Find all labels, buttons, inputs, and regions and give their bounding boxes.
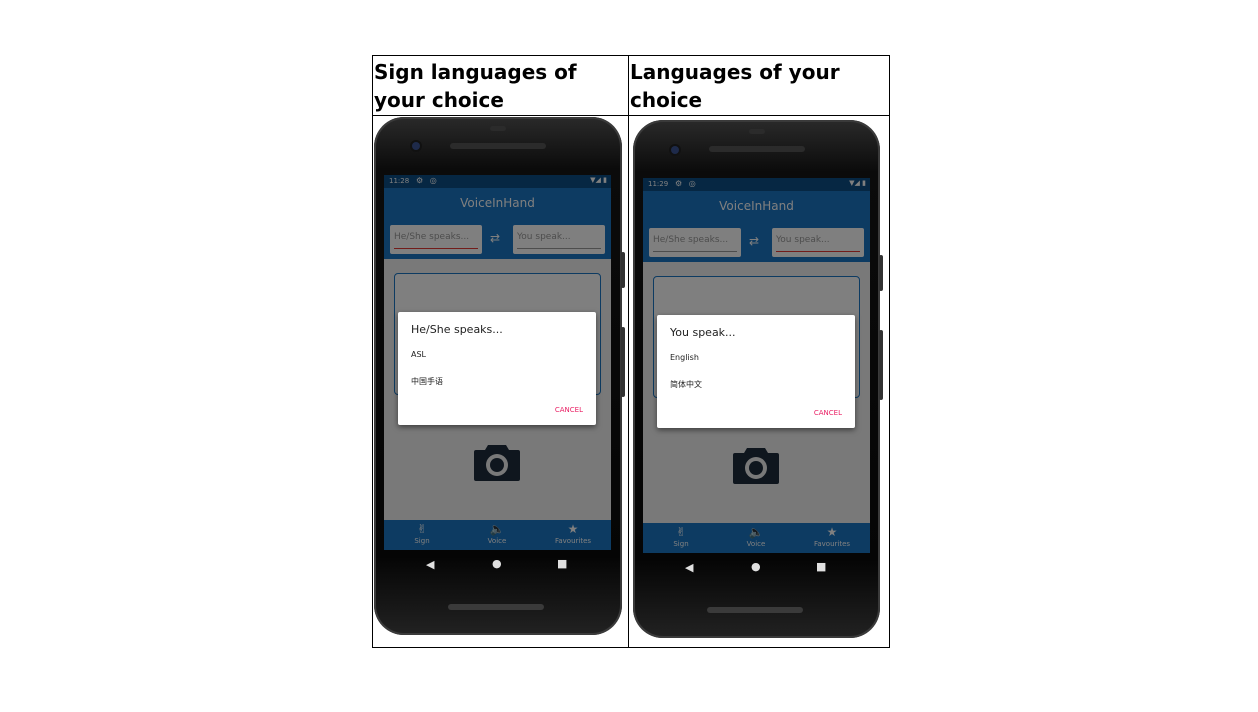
top-speaker bbox=[450, 143, 546, 149]
home-icon[interactable]: ● bbox=[751, 561, 761, 573]
front-camera-icon bbox=[671, 146, 679, 154]
volume-button bbox=[621, 252, 625, 288]
dialog-option[interactable]: 中国手语 bbox=[411, 376, 443, 387]
language-dialog: He/She speaks... ASL 中国手语 CANCEL bbox=[398, 312, 596, 425]
bottom-speaker bbox=[448, 604, 544, 610]
table-border-left bbox=[372, 55, 373, 648]
app-screen-left: 11:28 ⚙ ◎ ▼◢ ▮ VoiceInHand He/She speaks… bbox=[384, 175, 611, 550]
table-border-top bbox=[372, 55, 890, 56]
table-border-bottom bbox=[372, 647, 890, 648]
home-icon[interactable]: ● bbox=[492, 558, 502, 570]
dialog-option[interactable]: English bbox=[670, 353, 699, 362]
top-speaker bbox=[709, 146, 805, 152]
app-screen-right: 11:29 ⚙ ◎ ▼◢ ▮ VoiceInHand He/She speaks… bbox=[643, 178, 870, 553]
power-button bbox=[879, 330, 883, 400]
back-icon[interactable]: ◀ bbox=[685, 562, 693, 574]
language-dialog: You speak... English 简体中文 CANCEL bbox=[657, 315, 855, 428]
dialog-title: He/She speaks... bbox=[411, 323, 503, 336]
bottom-speaker bbox=[707, 607, 803, 613]
power-button bbox=[621, 327, 625, 397]
header-languages: Languages of your choice bbox=[630, 60, 840, 112]
table-border-right bbox=[889, 55, 890, 648]
cancel-button[interactable]: CANCEL bbox=[814, 409, 842, 417]
earpiece bbox=[490, 126, 506, 131]
volume-button bbox=[879, 255, 883, 291]
earpiece bbox=[749, 129, 765, 134]
phone-frame-left: 11:28 ⚙ ◎ ▼◢ ▮ VoiceInHand He/She speaks… bbox=[374, 117, 625, 635]
table-border-middle bbox=[628, 55, 629, 648]
phone-frame-right: 11:29 ⚙ ◎ ▼◢ ▮ VoiceInHand He/She speaks… bbox=[633, 120, 883, 638]
recents-icon[interactable]: ■ bbox=[816, 561, 826, 573]
table-border-header bbox=[372, 115, 890, 116]
dialog-option[interactable]: 简体中文 bbox=[670, 379, 702, 390]
cancel-button[interactable]: CANCEL bbox=[555, 406, 583, 414]
dialog-option[interactable]: ASL bbox=[411, 350, 426, 359]
back-icon[interactable]: ◀ bbox=[426, 559, 434, 571]
dialog-title: You speak... bbox=[670, 326, 736, 339]
header-sign-languages: Sign languages of your choice bbox=[374, 60, 577, 112]
front-camera-icon bbox=[412, 142, 420, 150]
recents-icon[interactable]: ■ bbox=[557, 558, 567, 570]
